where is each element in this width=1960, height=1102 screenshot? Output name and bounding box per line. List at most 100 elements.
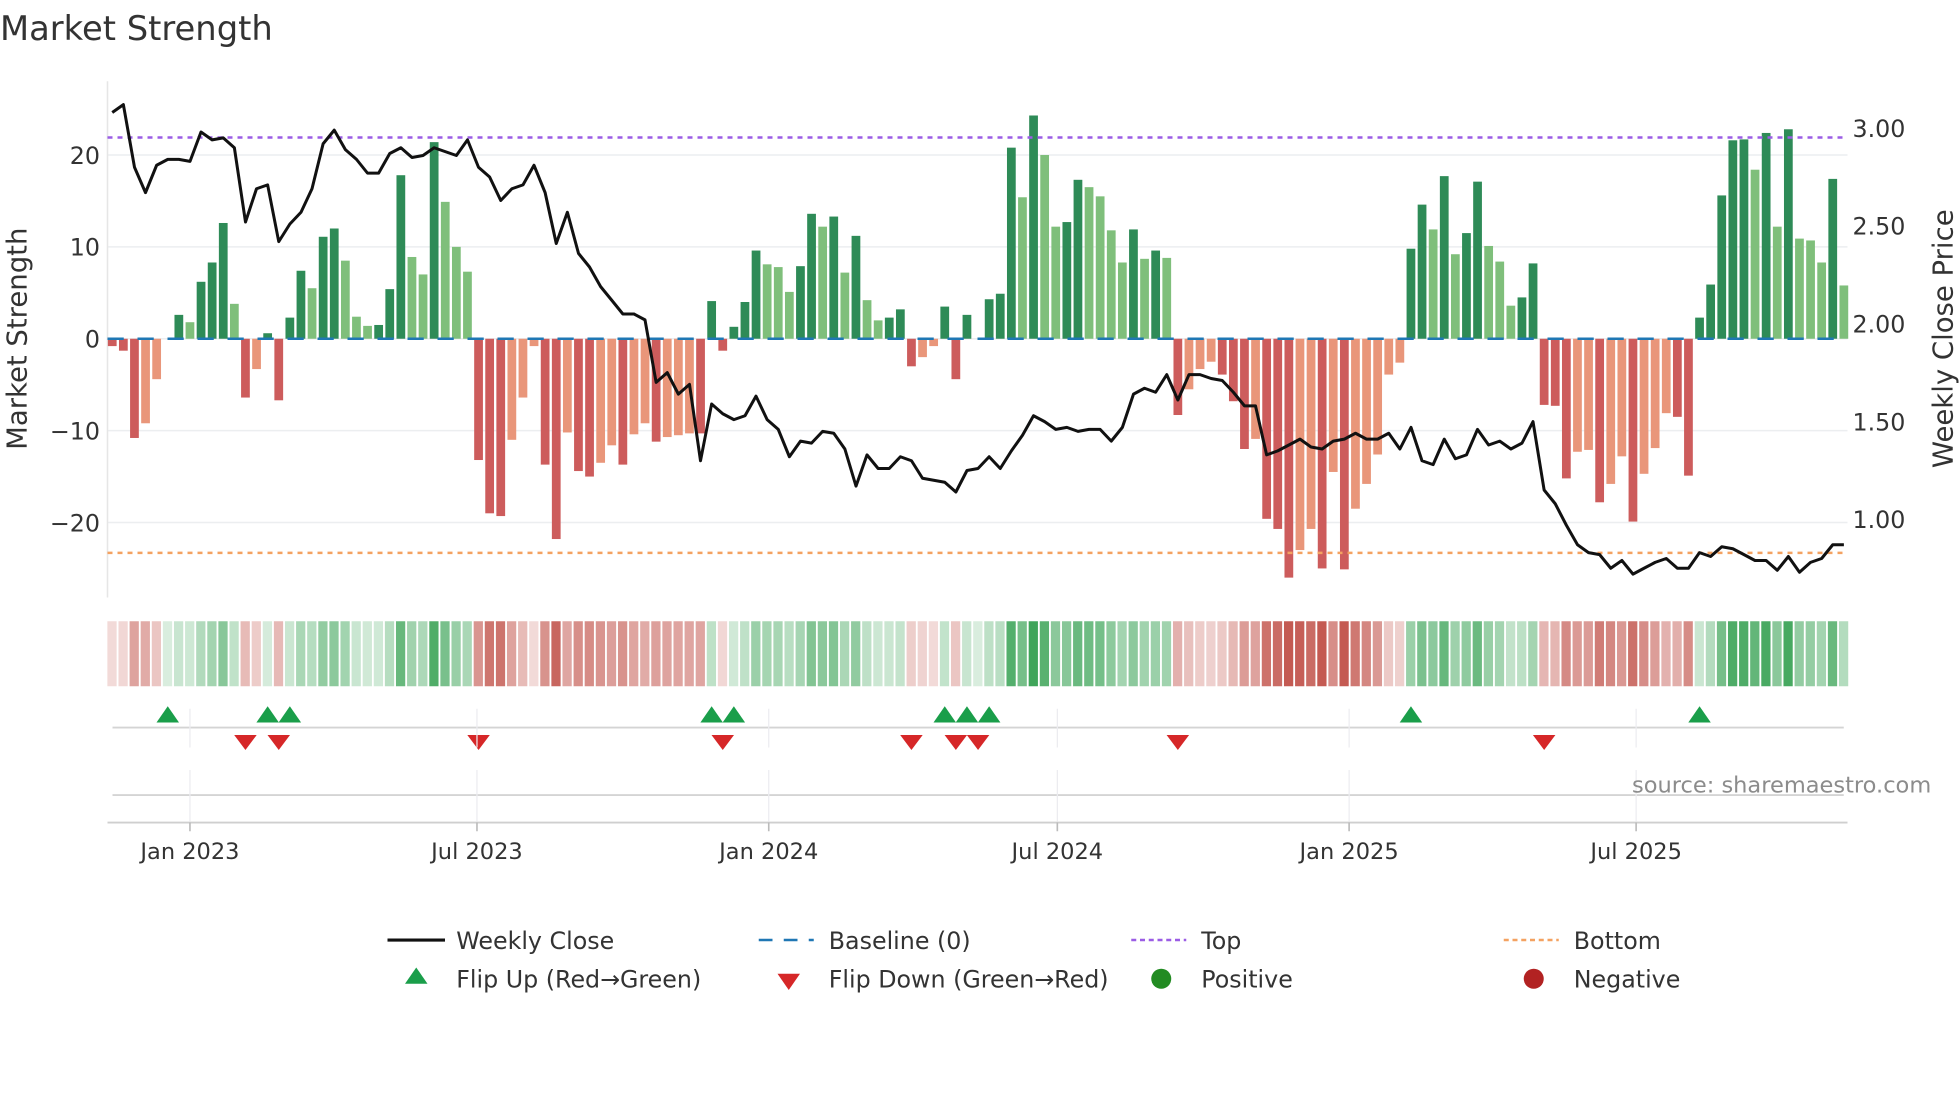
strength-bar bbox=[1661, 338, 1671, 414]
strip-cell bbox=[573, 621, 583, 687]
strength-bar bbox=[385, 289, 395, 339]
strip-cell bbox=[1172, 621, 1183, 687]
strip-cell bbox=[717, 621, 728, 687]
strength-bar bbox=[1217, 338, 1227, 375]
strength-bar bbox=[1129, 229, 1138, 339]
strength-bar bbox=[1117, 262, 1127, 339]
strip-cell bbox=[1017, 621, 1027, 687]
strip-cell bbox=[1761, 621, 1771, 687]
strip-cell bbox=[473, 621, 483, 687]
flip-down-marker bbox=[711, 735, 734, 750]
strip-cell bbox=[1450, 621, 1460, 687]
strength-bar bbox=[940, 306, 950, 339]
strip-cell bbox=[307, 621, 317, 687]
strip-cell bbox=[140, 621, 150, 687]
strength-bar bbox=[1450, 254, 1460, 339]
strength-bar bbox=[862, 300, 872, 339]
strip-cell bbox=[617, 621, 628, 687]
strip-cell bbox=[107, 621, 117, 687]
strength-bar bbox=[1772, 226, 1782, 339]
strip-cell bbox=[251, 621, 261, 687]
strip-cell bbox=[1195, 621, 1205, 687]
legend-item-flip-up: Flip Up (Red→Green) bbox=[405, 966, 701, 994]
x-tick-label: Jan 2024 bbox=[717, 839, 818, 865]
strip-cell bbox=[1317, 621, 1327, 687]
strip-cell bbox=[1028, 621, 1038, 687]
strip-cell bbox=[1439, 621, 1449, 687]
strength-bar bbox=[463, 271, 472, 339]
strip-cell bbox=[151, 621, 162, 687]
strip-cell bbox=[606, 621, 617, 687]
strength-bar bbox=[729, 326, 739, 339]
strength-bar bbox=[1173, 338, 1183, 416]
legend-label: Positive bbox=[1201, 966, 1293, 994]
strip-cell bbox=[1505, 621, 1516, 687]
flip-down-marker bbox=[467, 735, 490, 750]
strength-bar bbox=[1395, 338, 1405, 363]
strip-cell bbox=[1073, 621, 1083, 687]
strength-bar bbox=[1639, 338, 1649, 474]
strength-bar bbox=[340, 260, 350, 339]
strength-bar bbox=[440, 201, 450, 339]
strip-cell bbox=[1084, 621, 1094, 687]
strength-bar bbox=[1006, 147, 1016, 339]
y-tick-label: 10 bbox=[70, 234, 100, 262]
strip-cell bbox=[296, 621, 306, 687]
strength-bar bbox=[707, 301, 717, 339]
strip-cell bbox=[351, 621, 361, 687]
strength-bar bbox=[1717, 195, 1727, 339]
y-tick-label: −20 bbox=[50, 509, 100, 537]
strip-cell bbox=[495, 621, 506, 687]
strip-cell bbox=[451, 621, 461, 687]
strength-bar bbox=[784, 291, 794, 339]
strip-cell bbox=[884, 621, 894, 687]
strip-cell bbox=[207, 621, 217, 687]
strip-cell bbox=[651, 621, 661, 687]
strip-cell bbox=[1794, 621, 1804, 687]
strip-cell bbox=[407, 621, 417, 687]
strength-bar bbox=[829, 216, 839, 339]
strip-cell bbox=[1561, 621, 1571, 687]
strip-cell bbox=[1583, 621, 1593, 687]
strip-cell bbox=[1628, 621, 1638, 687]
strip-cell bbox=[1206, 621, 1216, 687]
strength-heat-strip bbox=[107, 621, 1849, 687]
legend-item-baseline: Baseline (0) bbox=[758, 927, 971, 955]
strength-bar bbox=[1462, 233, 1471, 339]
flip-up-marker bbox=[1399, 706, 1423, 723]
strip-cell bbox=[773, 621, 783, 687]
strip-cell bbox=[795, 621, 805, 687]
y-tick-label: 20 bbox=[70, 142, 100, 170]
strip-cell bbox=[1650, 621, 1660, 687]
strip-cell bbox=[895, 621, 905, 687]
strength-bar bbox=[241, 338, 250, 398]
strip-cell bbox=[962, 621, 972, 687]
flip-up-marker bbox=[278, 706, 302, 723]
strip-cell bbox=[1328, 621, 1338, 687]
strip-cell bbox=[1639, 621, 1649, 687]
flip-down-triangle-icon bbox=[777, 973, 800, 990]
flip-down-marker bbox=[267, 735, 290, 750]
strength-bar bbox=[1439, 176, 1449, 339]
strength-bar bbox=[1262, 338, 1272, 519]
strip-cell bbox=[185, 621, 195, 687]
flip-down-marker bbox=[1532, 735, 1556, 750]
strip-cell bbox=[1539, 621, 1549, 687]
strip-cell bbox=[939, 621, 950, 687]
strip-cell bbox=[906, 621, 916, 687]
strip-cell bbox=[728, 621, 739, 687]
strip-cell bbox=[817, 621, 828, 687]
strength-bar bbox=[1528, 263, 1538, 339]
strength-bar bbox=[1750, 169, 1760, 339]
strength-bar bbox=[296, 270, 306, 339]
strength-bar bbox=[1417, 204, 1427, 339]
strength-bar bbox=[629, 338, 639, 435]
strength-bar bbox=[1561, 338, 1571, 479]
strength-bar bbox=[1029, 115, 1038, 339]
strength-bar bbox=[1406, 248, 1416, 339]
strength-bar bbox=[1328, 338, 1338, 472]
strength-bar bbox=[1550, 338, 1560, 406]
strength-bar bbox=[1162, 257, 1172, 339]
strip-cell bbox=[762, 621, 772, 687]
strip-cell bbox=[318, 621, 328, 687]
